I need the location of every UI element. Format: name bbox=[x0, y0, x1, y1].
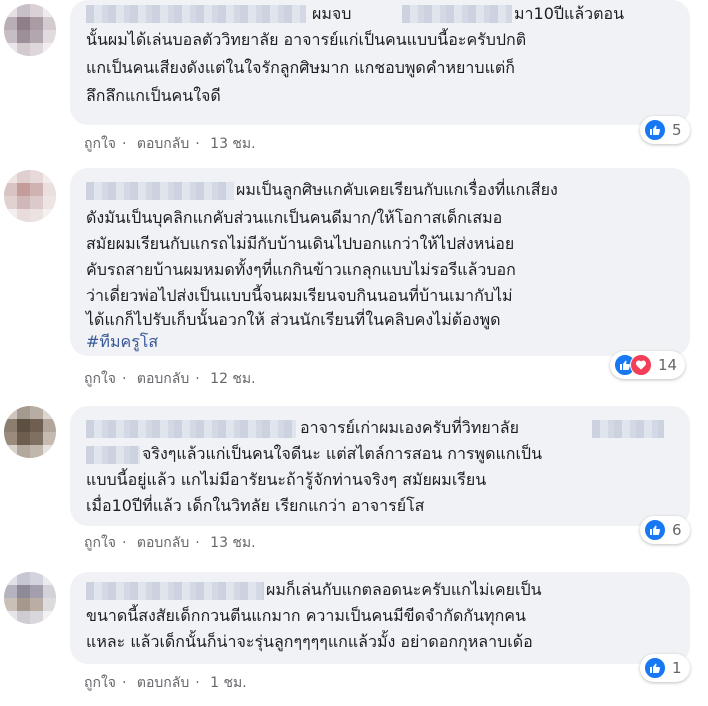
blurred-text bbox=[402, 5, 512, 23]
comment-text-line: ผมจบ bbox=[312, 4, 352, 23]
avatar[interactable] bbox=[4, 406, 56, 458]
separator: · bbox=[122, 675, 127, 691]
avatar[interactable] bbox=[4, 4, 56, 56]
comment-text-line: คับรถสายบ้านผมหมดทั้งๆที่แกกินข้าวแกลุกแ… bbox=[86, 260, 516, 279]
separator: · bbox=[122, 371, 127, 387]
comment-text-line: ดังมันเป็นบุคลิกแกคับส่วนแกเป็นคนดีมาก/ใ… bbox=[86, 208, 503, 227]
separator: · bbox=[122, 136, 127, 152]
comment-text-line: ได้แกก็ไปรับเก็บนั้นอวกให้ ส่วนนักเรียนท… bbox=[86, 310, 501, 329]
comment-bubble: อาจารย์เก่าผมเองครับที่วิทยาลัย จริงๆแล้… bbox=[70, 406, 690, 526]
comment-text-line: จริงๆแล้วแก่เป็นคนใจดีนะ แต่สไตล์การสอน … bbox=[142, 444, 543, 463]
comment-text-line: ผมเป็นลูกศิษแกคับเคยเรียนกับแกเรื่องที่แ… bbox=[236, 180, 558, 199]
like-link[interactable]: ถูกใจ bbox=[84, 675, 116, 691]
comment-actions: ถูกใจ · ตอบกลับ · 12 ชม. bbox=[84, 368, 262, 388]
blurred-text bbox=[592, 420, 664, 438]
comment-text-line: นั้นผมได้เล่นบอลตัววิทยาลัย อาจารย์แก่เป… bbox=[86, 30, 527, 49]
thumbs-up-icon bbox=[644, 519, 666, 541]
reaction-count: 1 bbox=[672, 659, 682, 677]
comment-bubble: ผมจบ มา10ปีแล้วตอน นั้นผมได้เล่นบอลตัววิ… bbox=[70, 0, 690, 125]
avatar[interactable] bbox=[4, 572, 56, 624]
reply-link[interactable]: ตอบกลับ bbox=[137, 535, 189, 551]
comment-bubble: ผมก็เล่นกับแกตลอดนะครับแกไม่เคยเป็น ขนาด… bbox=[70, 572, 690, 664]
comment-text-line: แหละ แล้วเด็กนั้นก็น่าจะรุ่นลูกๆๆๆๆแกแล้… bbox=[86, 632, 533, 651]
reaction-summary[interactable]: 14 bbox=[610, 351, 686, 379]
comment-text-line: สมัยผมเรียนกับแกรถไม่มีกับบ้านเดินไปบอกแ… bbox=[86, 234, 515, 253]
comment-text-line: ว่าเดี่ยวพ่อไปส่งเป็นแบบนี้จนผมเรียนจบกิ… bbox=[86, 286, 513, 305]
timestamp[interactable]: 13 ชม. bbox=[210, 136, 255, 152]
comment-text-line: แกเป็นคนเสียงดังแต่ในใจรักลูกศิษมาก แกชอ… bbox=[86, 58, 515, 77]
separator: · bbox=[195, 675, 200, 691]
comment-actions: ถูกใจ · ตอบกลับ · 13 ชม. bbox=[84, 532, 262, 552]
timestamp[interactable]: 12 ชม. bbox=[210, 371, 255, 387]
reaction-count: 6 bbox=[672, 521, 682, 539]
blurred-author-name bbox=[86, 582, 264, 600]
timestamp[interactable]: 1 ชม. bbox=[210, 675, 247, 691]
reply-link[interactable]: ตอบกลับ bbox=[137, 675, 189, 691]
comment-text-line: ขนาดนี้สงสัยเด็กกวนตีนแกมาก ความเป็นคนมี… bbox=[86, 606, 526, 625]
reaction-count: 5 bbox=[672, 121, 682, 139]
comment-text-line: ผมก็เล่นกับแกตลอดนะครับแกไม่เคยเป็น bbox=[266, 580, 542, 599]
separator: · bbox=[122, 535, 127, 551]
comment-actions: ถูกใจ · ตอบกลับ · 13 ชม. bbox=[84, 133, 262, 153]
hashtag-link[interactable]: #ทีมครูโส bbox=[86, 330, 158, 354]
comment-text-line: ลึกลึกแกเป็นคนใจดี bbox=[86, 86, 221, 105]
blurred-author-name bbox=[86, 5, 306, 23]
comment-bubble: ผมเป็นลูกศิษแกคับเคยเรียนกับแกเรื่องที่แ… bbox=[70, 168, 690, 356]
separator: · bbox=[195, 371, 200, 387]
timestamp[interactable]: 13 ชม. bbox=[210, 535, 255, 551]
reaction-summary[interactable]: 1 bbox=[640, 654, 690, 682]
blurred-text bbox=[86, 446, 140, 464]
heart-icon bbox=[630, 354, 652, 376]
blurred-author-name bbox=[86, 182, 234, 200]
comment-text-line: อาจารย์เก่าผมเองครับที่วิทยาลัย bbox=[300, 418, 519, 437]
reaction-count: 14 bbox=[658, 356, 678, 374]
comment-text-line: มา10ปีแล้วตอน bbox=[514, 4, 625, 23]
reaction-summary[interactable]: 6 bbox=[640, 516, 690, 544]
comment-actions: ถูกใจ · ตอบกลับ · 1 ชม. bbox=[84, 672, 253, 692]
comment-text-line: เมื่อ10ปีที่แล้ว เด็กในวิทลัย เรียกแกว่า… bbox=[86, 496, 425, 515]
reply-link[interactable]: ตอบกลับ bbox=[137, 371, 189, 387]
separator: · bbox=[195, 535, 200, 551]
thumbs-up-icon bbox=[644, 657, 666, 679]
like-link[interactable]: ถูกใจ bbox=[84, 136, 116, 152]
like-link[interactable]: ถูกใจ bbox=[84, 535, 116, 551]
blurred-author-name bbox=[86, 420, 296, 438]
reply-link[interactable]: ตอบกลับ bbox=[137, 136, 189, 152]
thumbs-up-icon bbox=[644, 119, 666, 141]
like-link[interactable]: ถูกใจ bbox=[84, 371, 116, 387]
reaction-summary[interactable]: 5 bbox=[640, 116, 690, 144]
separator: · bbox=[195, 136, 200, 152]
avatar[interactable] bbox=[4, 170, 56, 222]
comment-text-line: แบบนี้อยู่แล้ว แกไม่มีอารัยนะถ้ารู้จักท่… bbox=[86, 470, 487, 489]
